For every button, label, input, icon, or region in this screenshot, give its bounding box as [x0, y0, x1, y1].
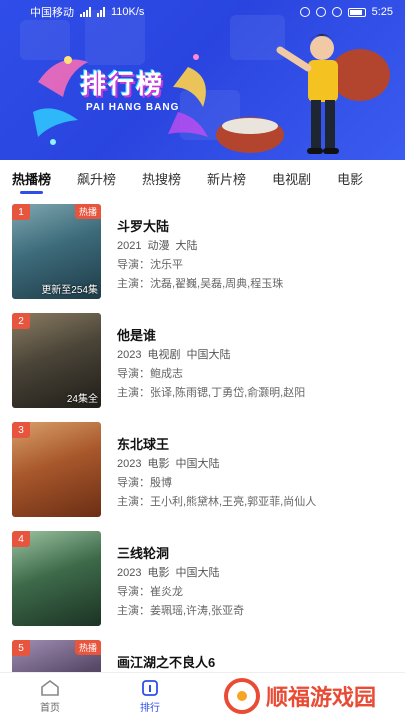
carrier-label: 中国移动 [30, 7, 74, 19]
tab-rising[interactable]: 飙升榜 [77, 163, 116, 194]
poster-image[interactable]: 5 热播 [12, 640, 101, 672]
item-title[interactable]: 斗罗大陆 [117, 216, 397, 236]
wifi-icon [97, 7, 105, 17]
item-director: 导演：沈乐平 [117, 259, 183, 271]
character-illustration [216, 34, 390, 154]
item-meta: 2023 电影 中国大陆 [117, 455, 397, 472]
item-year: 2021 [117, 240, 142, 252]
item-director: 导演：鲍成志 [117, 368, 183, 380]
item-meta: 2023 电影 中国大陆 [117, 564, 397, 581]
hot-badge: 热播 [74, 640, 101, 655]
rank-badge: 4 [12, 531, 30, 547]
rank-badge: 2 [12, 313, 30, 329]
item-region: 中国大陆 [175, 567, 220, 579]
battery-icon [347, 7, 366, 17]
item-director: 导演：殷博 [117, 477, 172, 489]
tab-hot-play[interactable]: 热播榜 [12, 163, 51, 194]
item-region: 中国大陆 [175, 458, 220, 470]
item-type: 动漫 [147, 240, 170, 252]
item-cast: 主演：王小利,熊黛林,王亮,郭亚菲,尚仙人 [117, 496, 317, 508]
tab-new-release[interactable]: 新片榜 [207, 163, 246, 194]
item-region: 中国大陆 [186, 349, 231, 361]
episode-status: 更新至254集 [41, 285, 98, 296]
rank-badge: 3 [12, 422, 30, 438]
banner-subtitle: PAI HANG BANG [86, 102, 180, 113]
item-cast: 主演：张译,陈雨锶,丁勇岱,俞灏明,赵阳 [117, 387, 306, 399]
item-director: 导演：崔炎龙 [117, 586, 183, 598]
rank-badge: 5 [12, 640, 30, 656]
list-item[interactable]: 3 东北球王 2023 电影 中国大陆 导演：殷博 主演：王小利,熊黛林,王亮,郭亚… [0, 414, 405, 523]
item-cast: 主演：沈磊,翟巍,吴磊,周典,程玉珠 [117, 278, 284, 290]
banner-title: 排行榜 [80, 70, 165, 100]
watermark-logo-icon [224, 678, 260, 714]
status-time: 5:25 [371, 6, 393, 18]
list-item[interactable]: 2 24集全 他是谁 2023 电视剧 中国大陆 导演：鲍成志 主演：张译,陈雨锶,… [0, 305, 405, 414]
item-title[interactable]: 东北球王 [117, 434, 397, 454]
alarm-icon [299, 7, 310, 17]
nav-home-label: 首页 [40, 703, 60, 714]
tab-tv-series[interactable]: 电视剧 [272, 163, 311, 194]
item-title[interactable]: 他是谁 [117, 325, 397, 345]
location-icon [315, 7, 326, 17]
poster-image[interactable]: 4 [12, 531, 101, 626]
poster-image[interactable]: 2 24集全 [12, 313, 101, 408]
list-item[interactable]: 4 三线轮洞 2023 电影 中国大陆 导演：崔炎龙 主演：姜珮瑶,许涛,张亚奇 [0, 523, 405, 632]
list-item[interactable]: 5 热播 画江湖之不良人6 [0, 632, 405, 672]
item-meta: 2021 动漫 大陆 [117, 237, 397, 254]
ranking-icon [142, 680, 158, 696]
poster-image[interactable]: 3 [12, 422, 101, 517]
mute-icon [331, 7, 342, 17]
home-icon [41, 680, 59, 696]
episode-status: 24集全 [66, 394, 98, 405]
item-cast: 主演：姜珮瑶,许涛,张亚奇 [117, 605, 245, 617]
ranking-tabs: 热播榜 飙升榜 热搜榜 新片榜 电视剧 电影 [0, 160, 405, 196]
nav-ranking-label: 排行 [140, 703, 160, 714]
item-year: 2023 [117, 567, 142, 579]
tab-hot-search[interactable]: 热搜榜 [142, 163, 181, 194]
nav-ranking[interactable]: 排行 [100, 673, 200, 720]
item-title[interactable]: 三线轮洞 [117, 543, 397, 563]
item-region: 大陆 [175, 240, 198, 252]
list-item[interactable]: 1 热播 更新至254集 斗罗大陆 2021 动漫 大陆 导演：沈乐平 主演：沈磊,… [0, 196, 405, 305]
ranking-list: 1 热播 更新至254集 斗罗大陆 2021 动漫 大陆 导演：沈乐平 主演：沈磊,… [0, 196, 405, 672]
site-watermark: 顺福游戏园 [216, 672, 405, 720]
nav-home[interactable]: 首页 [0, 673, 100, 720]
poster-image[interactable]: 1 热播 更新至254集 [12, 204, 101, 299]
watermark-text: 顺福游戏园 [266, 686, 377, 711]
item-type: 电视剧 [147, 349, 181, 361]
item-type: 电影 [147, 458, 170, 470]
item-year: 2023 [117, 349, 142, 361]
network-speed: 110K/s [111, 6, 145, 18]
item-type: 电影 [147, 567, 170, 579]
hot-badge: 热播 [74, 204, 101, 219]
item-meta: 2023 电视剧 中国大陆 [117, 346, 397, 363]
item-year: 2023 [117, 458, 142, 470]
signal-icon [80, 7, 91, 17]
header-banner: 中国移动 110K/s 5:25 排行榜 PAI HANG BANG [0, 0, 405, 160]
item-title[interactable]: 画江湖之不良人6 [117, 652, 397, 672]
rank-badge: 1 [12, 204, 30, 220]
tab-movie[interactable]: 电影 [337, 163, 363, 194]
ranking-logo: 排行榜 PAI HANG BANG [28, 42, 218, 152]
